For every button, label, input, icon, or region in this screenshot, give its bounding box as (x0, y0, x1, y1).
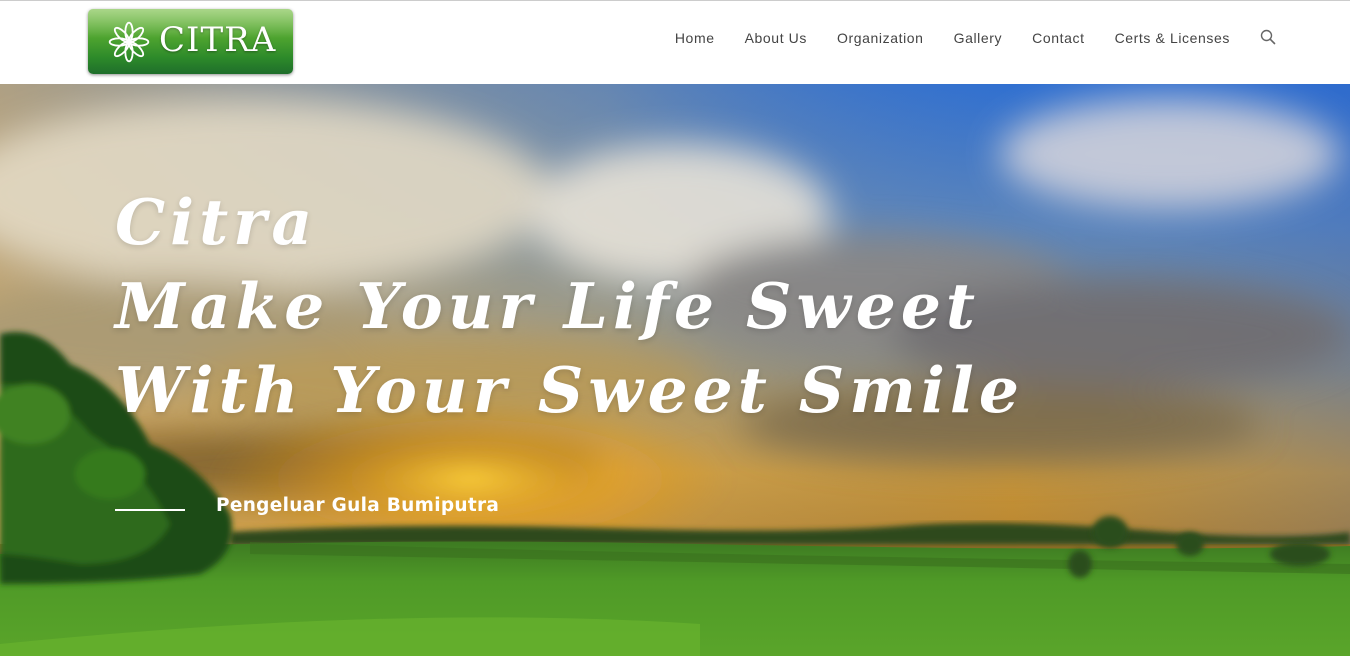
nav-about-us[interactable]: About Us (745, 30, 807, 46)
search-icon[interactable] (1260, 29, 1276, 45)
hero-title-line-3: With Your Sweet Smile (115, 353, 1024, 427)
hero-title-line-1: Citra (115, 185, 318, 259)
nav-contact[interactable]: Contact (1032, 30, 1084, 46)
nav-organization[interactable]: Organization (837, 30, 924, 46)
logo-text: CITRA (159, 20, 277, 60)
hero-title-line-2: Make Your Life Sweet (115, 269, 981, 343)
nav-gallery[interactable]: Gallery (954, 30, 1003, 46)
citra-logo[interactable]: CITRA (88, 9, 293, 74)
flower-logo-icon (108, 21, 150, 63)
nav-home[interactable]: Home (675, 30, 715, 46)
hero-banner: Citra Make Your Life Sweet With Your Swe… (0, 84, 1350, 656)
hero-divider (115, 509, 185, 511)
site-header: CITRA Home About Us Organization Gallery… (0, 0, 1350, 84)
hero-title: Citra Make Your Life Sweet With Your Swe… (115, 180, 1024, 432)
main-nav: Home About Us Organization Gallery Conta… (675, 1, 1350, 75)
nav-certs-licenses[interactable]: Certs & Licenses (1115, 30, 1230, 46)
hero-subtitle: Pengeluar Gula Bumiputra (216, 495, 500, 516)
